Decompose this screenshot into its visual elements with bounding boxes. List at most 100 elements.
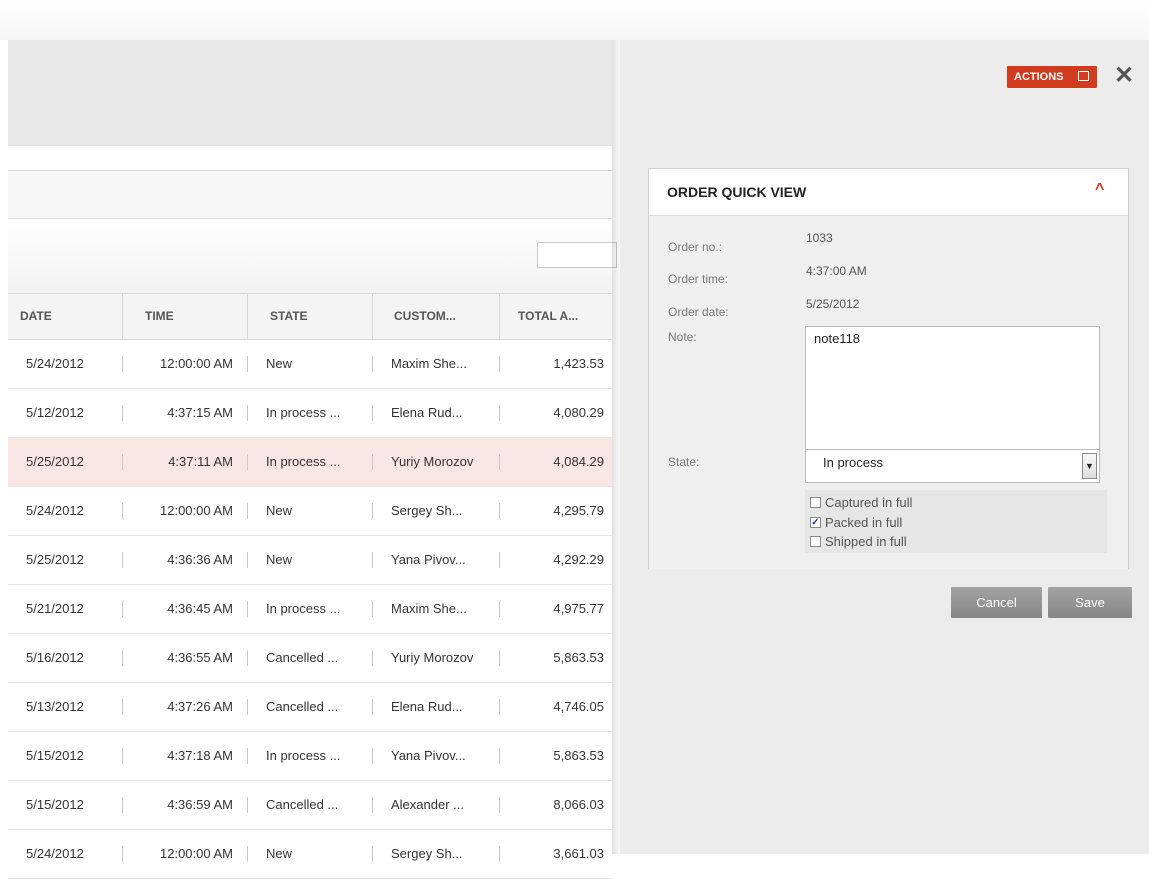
collapse-icon[interactable]: ^ (1095, 181, 1104, 199)
captured-checkbox[interactable]: Captured in full (810, 495, 1030, 511)
note-textarea[interactable]: note118 (805, 326, 1100, 450)
packed-label: Packed in full (825, 515, 903, 530)
top-bar (0, 0, 1149, 40)
cell-date: 5/15/2012 (26, 748, 84, 763)
table-row[interactable]: 5/12/2012 4:37:15 AM In process ... Elena R… (8, 389, 612, 438)
table-row[interactable]: 5/24/2012 12:00:00 AM New Sergey Sh... 3,661… (8, 830, 612, 879)
column-separator (499, 601, 500, 617)
column-header-state[interactable]: STATE (270, 294, 308, 339)
column-separator (499, 846, 500, 862)
order-date-label: Order date: (668, 305, 729, 319)
cell-total: 1,423.53 (553, 356, 604, 371)
order-no-value: 1033 (806, 231, 833, 245)
quick-view-title: ORDER QUICK VIEW (667, 184, 807, 200)
cell-date: 5/16/2012 (26, 650, 84, 665)
state-select[interactable]: In process ▼ (805, 449, 1100, 483)
cell-date: 5/25/2012 (26, 552, 84, 567)
column-separator (372, 454, 373, 470)
column-separator (122, 748, 123, 764)
cell-date: 5/15/2012 (26, 797, 84, 812)
column-separator (122, 797, 123, 813)
cancel-button[interactable]: Cancel (951, 587, 1042, 618)
cell-total: 5,863.53 (553, 650, 604, 665)
column-separator (247, 503, 248, 519)
search-input[interactable] (537, 242, 617, 268)
grid-header-band (8, 40, 612, 146)
cell-state: In process ... (266, 454, 341, 469)
cell-customer: Elena Rud... (391, 699, 463, 714)
column-separator (372, 846, 373, 862)
cell-customer: Sergey Sh... (391, 846, 463, 861)
column-separator (122, 405, 123, 421)
column-separator (122, 454, 123, 470)
column-separator (499, 503, 500, 519)
column-separator (499, 356, 500, 372)
column-separator (122, 503, 123, 519)
cell-time: 12:00:00 AM (160, 846, 233, 861)
checkmark-icon[interactable]: ✓ (810, 517, 821, 528)
cell-time: 12:00:00 AM (160, 503, 233, 518)
cell-time: 4:37:15 AM (167, 405, 233, 420)
grid-filter-strip (8, 171, 612, 219)
order-time-label: Order time: (668, 272, 729, 286)
order-date-value: 5/25/2012 (806, 297, 860, 311)
column-separator (122, 650, 123, 666)
table-row[interactable]: 5/25/2012 4:36:36 AM New Yana Pivov... 4,292… (8, 536, 612, 585)
table-row[interactable]: 5/24/2012 12:00:00 AM New Sergey Sh... 4,295… (8, 487, 612, 536)
cell-state: Cancelled ... (266, 797, 339, 812)
cell-date: 5/12/2012 (26, 405, 84, 420)
checkbox-icon[interactable] (810, 497, 821, 508)
cell-date: 5/24/2012 (26, 356, 84, 371)
export-icon (1078, 71, 1089, 81)
column-separator (372, 405, 373, 421)
column-separator (247, 552, 248, 568)
chevron-down-icon[interactable]: ▼ (1082, 453, 1097, 479)
grid-subheader (8, 146, 612, 171)
column-separator (499, 405, 500, 421)
column-separator (122, 552, 123, 568)
close-icon[interactable]: ✕ (1114, 62, 1134, 90)
table-row[interactable]: 5/13/2012 4:37:26 AM Cancelled ... Elena Ru… (8, 683, 612, 732)
quick-view-header[interactable]: ORDER QUICK VIEW ^ (649, 169, 1128, 216)
column-separator (247, 356, 248, 372)
note-label: Note: (668, 330, 697, 344)
table-row[interactable]: 5/24/2012 12:00:00 AM New Maxim She... 1,423… (8, 340, 612, 389)
cell-customer: Sergey Sh... (391, 503, 463, 518)
column-separator (372, 650, 373, 666)
column-separator (372, 699, 373, 715)
cell-time: 4:36:59 AM (167, 797, 233, 812)
table-row[interactable]: 5/15/2012 4:37:18 AM In process ... Yana Pi… (8, 732, 612, 781)
column-separator (372, 503, 373, 519)
column-header-customer[interactable]: CUSTOM... (394, 294, 456, 339)
column-separator (122, 846, 123, 862)
table-row[interactable]: 5/25/2012 4:37:11 AM In process ... Yuriy M… (8, 438, 612, 487)
table-row[interactable]: 5/21/2012 4:36:45 AM In process ... Maxim S… (8, 585, 612, 634)
captured-label: Captured in full (825, 495, 913, 510)
column-separator (499, 699, 500, 715)
shipped-checkbox[interactable]: Shipped in full (810, 534, 1030, 550)
column-separator (499, 454, 500, 470)
order-time-value: 4:37:00 AM (806, 264, 867, 278)
cell-time: 4:37:11 AM (168, 454, 233, 469)
cell-total: 5,863.53 (553, 748, 604, 763)
cell-state: In process ... (266, 601, 341, 616)
orders-table-body: 5/24/2012 12:00:00 AM New Maxim She... 1,423… (8, 340, 612, 879)
packed-checkbox[interactable]: ✓ Packed in full (810, 515, 1030, 531)
cell-state: New (266, 846, 293, 861)
checkbox-icon[interactable] (810, 536, 821, 547)
column-header-total[interactable]: TOTAL A... (518, 294, 578, 339)
actions-label: ACTIONS (1014, 71, 1064, 83)
cell-state: Cancelled ... (266, 699, 339, 714)
column-header-date[interactable]: DATE (20, 294, 52, 339)
state-select-value: In process (823, 455, 883, 470)
save-button[interactable]: Save (1048, 587, 1132, 618)
cell-state: New (266, 356, 293, 371)
cell-state: New (266, 503, 293, 518)
cell-date: 5/24/2012 (26, 846, 84, 861)
table-row[interactable]: 5/16/2012 4:36:55 AM Cancelled ... Yuriy Mo… (8, 634, 612, 683)
actions-button[interactable]: ACTIONS (1007, 66, 1097, 88)
column-header-time[interactable]: TIME (145, 294, 174, 339)
table-row[interactable]: 5/15/2012 4:36:59 AM Cancelled ... Alexande… (8, 781, 612, 830)
column-separator (372, 552, 373, 568)
cell-customer: Yuriy Morozov (391, 454, 474, 469)
